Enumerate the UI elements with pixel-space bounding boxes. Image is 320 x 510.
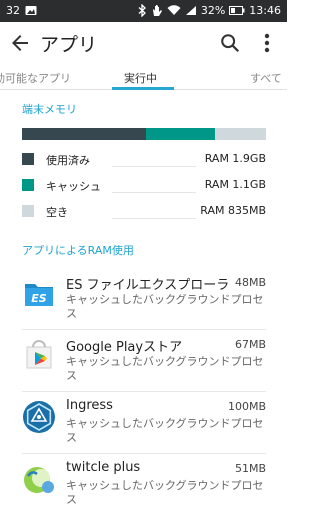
battery-icon (229, 6, 245, 15)
legend-cached: キャッシュ RAM 1.1GB (22, 177, 266, 193)
tab-bar: 動可能なアプリ 実行中 すべて (0, 66, 287, 90)
image-notification-icon (25, 6, 37, 15)
battery-percent: 32% (200, 4, 226, 17)
memory-usage-bar (22, 128, 266, 140)
legend-used: 使用済み RAM 1.9GB (22, 151, 266, 167)
hand-icon (152, 5, 162, 16)
legend-divider (112, 218, 196, 219)
ingress-icon (23, 401, 55, 433)
app-size: 100MB (227, 400, 266, 413)
wifi-icon (167, 5, 181, 15)
tab-enabled-apps[interactable]: 動可能なアプリ (0, 70, 71, 86)
clock: 13:46 (249, 4, 281, 17)
legend-value: RAM 1.1GB (204, 178, 266, 191)
app-ram-section-title: アプリによるRAM使用 (22, 244, 134, 257)
tab-all[interactable]: すべて (250, 70, 282, 86)
legend-value: RAM 1.9GB (204, 152, 266, 165)
legend-free: 空き RAM 835MB (22, 203, 266, 219)
status-bar: 32 32% 13:46 (0, 0, 287, 22)
signal-icon (185, 6, 196, 15)
app-description: キャッシュしたバックグラウンドプロセス (66, 293, 264, 320)
app-row-ingress[interactable]: Ingress 100MB キャッシュしたバックグラウンドプロセス (0, 392, 287, 454)
app-row-es-file-explorer[interactable]: ES ES ファイルエクスプローラ 48MB キャッシュしたバックグラウンドプロ… (0, 268, 287, 330)
notification-count: 32 (6, 4, 20, 17)
legend-swatch (22, 179, 34, 191)
legend-value: RAM 835MB (200, 204, 266, 217)
twitcle-plus-icon (24, 467, 54, 493)
app-size: 48MB (234, 276, 266, 289)
bluetooth-icon (138, 4, 146, 17)
svg-text:ES: ES (31, 292, 47, 305)
page-title: アプリ (40, 34, 98, 56)
app-description: キャッシュしたバックグラウンドプロセス (66, 479, 264, 506)
memory-bar-cached (146, 128, 215, 140)
app-description: キャッシュしたバックグラウンドプロセス (66, 355, 264, 382)
memory-bar-used (22, 128, 147, 140)
app-name: Ingress (66, 398, 113, 413)
memory-section-title: 端末メモリ (22, 103, 77, 116)
app-size: 67MB (234, 338, 266, 351)
es-file-explorer-icon: ES (25, 284, 53, 306)
tab-running[interactable]: 実行中 (124, 70, 157, 86)
app-row-twitcle-plus[interactable]: twitcle plus 51MB キャッシュしたバックグラウンドプロセス (0, 454, 287, 510)
legend-swatch (22, 205, 34, 217)
app-name: twitcle plus (66, 460, 141, 475)
app-row-google-play-store[interactable]: Google Playストア 67MB キャッシュしたバックグラウンドプロセス (0, 330, 287, 392)
search-icon[interactable] (219, 32, 241, 54)
app-description: キャッシュしたバックグラウンドプロセス (66, 417, 264, 444)
back-arrow-icon[interactable] (8, 31, 32, 55)
app-name: Google Playストア (66, 340, 183, 355)
legend-label: キャッシュ (46, 180, 101, 193)
app-bar: アプリ (0, 22, 287, 66)
legend-label: 空き (46, 206, 68, 219)
legend-divider (112, 166, 196, 167)
more-options-icon[interactable] (258, 32, 276, 54)
memory-bar-free (214, 128, 266, 140)
tab-indicator (112, 87, 174, 90)
legend-divider (112, 192, 196, 193)
google-play-store-icon (26, 340, 52, 369)
legend-label: 使用済み (46, 154, 90, 167)
app-name: ES ファイルエクスプローラ (66, 278, 230, 293)
legend-swatch (22, 153, 34, 165)
app-size: 51MB (234, 462, 266, 475)
